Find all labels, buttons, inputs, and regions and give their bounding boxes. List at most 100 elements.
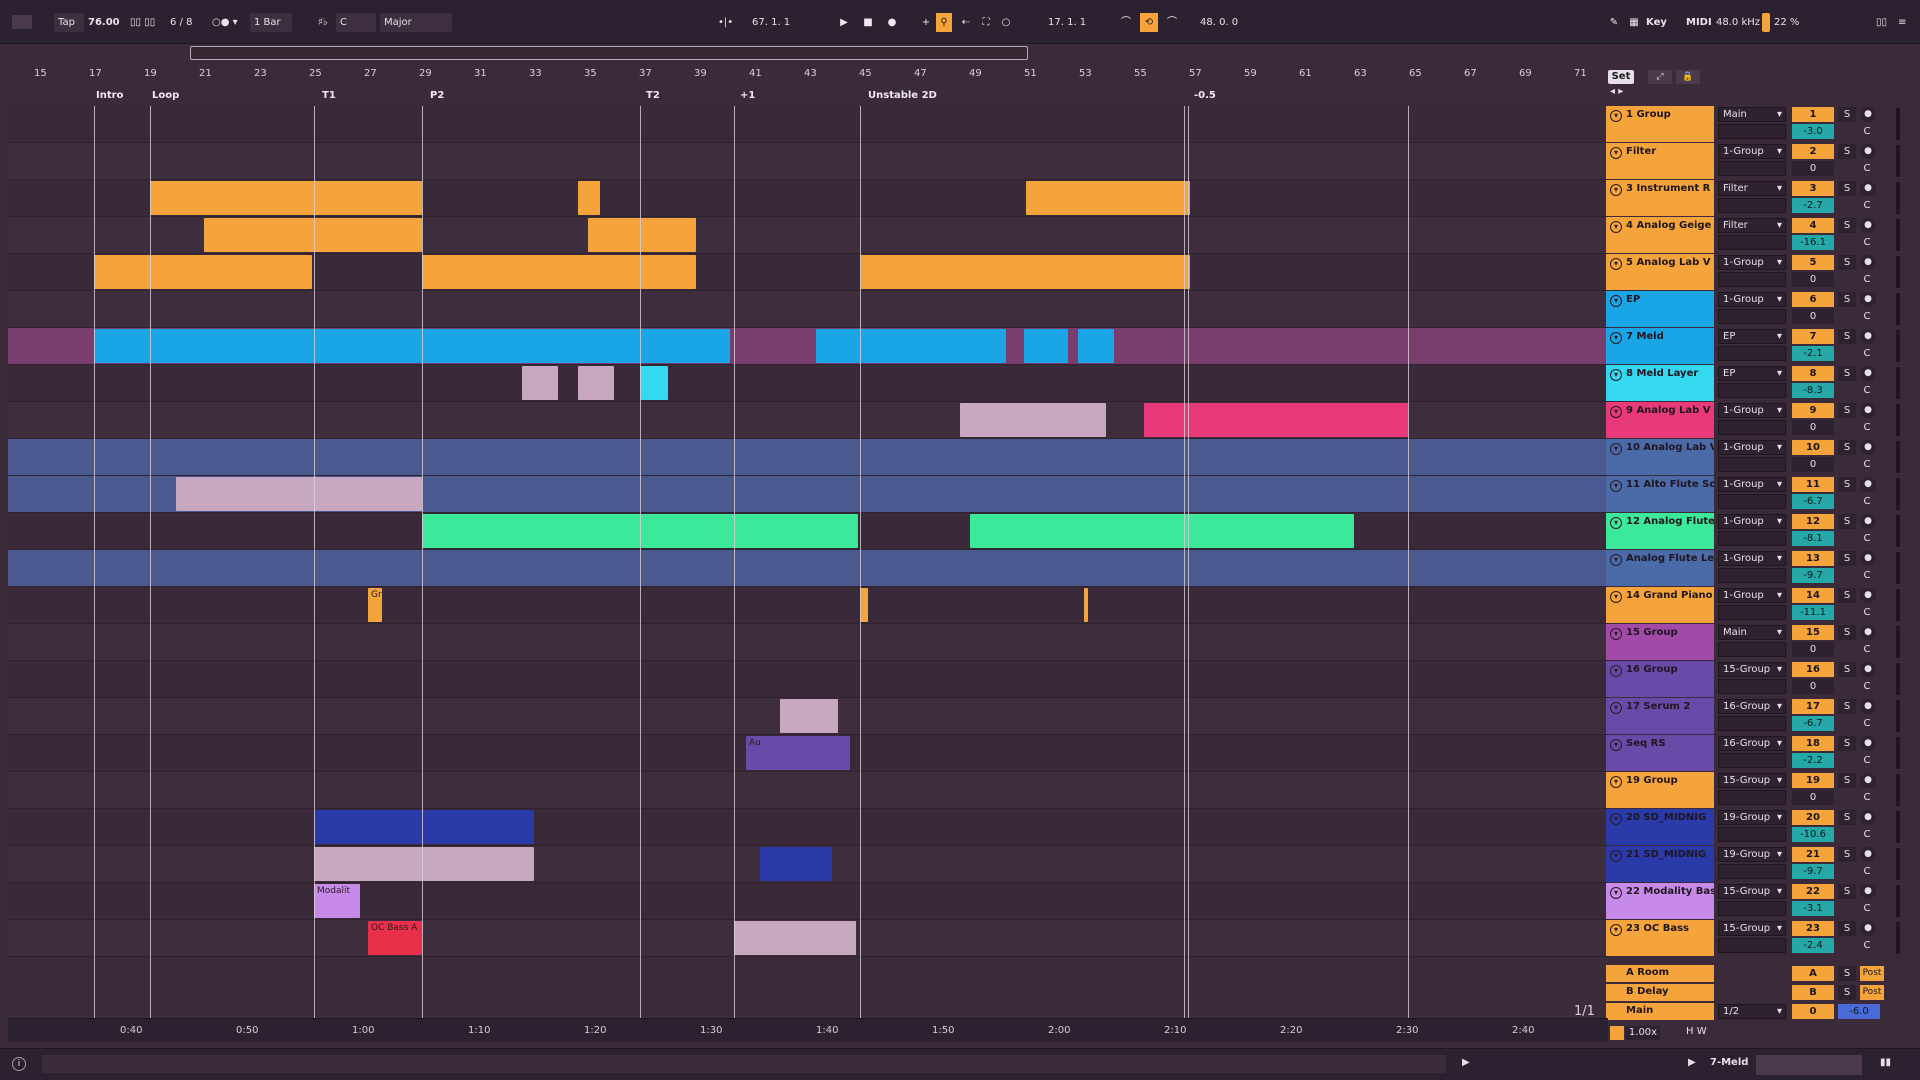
crossfade-button[interactable]: C xyxy=(1858,420,1876,435)
solo-button[interactable]: S xyxy=(1838,514,1856,529)
menu-icon[interactable]: ≡ xyxy=(1898,14,1906,32)
solo-button[interactable]: S xyxy=(1838,403,1856,418)
arrangement-clip[interactable] xyxy=(760,847,832,881)
midi-map-button[interactable]: MIDI xyxy=(1686,14,1712,32)
track-volume[interactable]: 0 xyxy=(1792,420,1834,435)
track-volume[interactable]: -6.7 xyxy=(1792,494,1834,509)
crossfade-button[interactable]: C xyxy=(1858,309,1876,324)
track-volume[interactable]: 0 xyxy=(1792,679,1834,694)
fold-icon[interactable]: ▾ xyxy=(1610,665,1622,677)
hw-toggle[interactable]: H W xyxy=(1686,1026,1707,1037)
quantize-select[interactable]: 1 Bar xyxy=(254,14,281,32)
arrangement-clip[interactable]: Au xyxy=(746,736,850,770)
solo-button[interactable]: S xyxy=(1838,847,1856,862)
locator-marker[interactable]: P2 xyxy=(430,90,444,101)
crossfade-button[interactable]: C xyxy=(1858,716,1876,731)
track-header[interactable]: ▾ 12 Analog Flute 1-Group 12 -8.1 SC ● xyxy=(1606,513,1916,550)
output-routing-select[interactable]: Main xyxy=(1718,625,1786,640)
locator-nav-icon[interactable]: ◂ ▸ xyxy=(1610,86,1623,97)
track-activator[interactable]: 17 xyxy=(1792,699,1834,714)
arm-icon[interactable]: ● xyxy=(1860,625,1876,640)
track-volume[interactable]: -2.4 xyxy=(1792,938,1834,953)
output-channel-select[interactable] xyxy=(1718,901,1786,916)
track-header[interactable]: ▾ 20 SD_MIDNIG 19-Group 20 -10.6 SC ● xyxy=(1606,809,1916,846)
solo-button[interactable]: S xyxy=(1838,625,1856,640)
arrangement-clip[interactable] xyxy=(94,329,730,363)
track-header[interactable]: ▾ 15 Group Main 15 0SC ● xyxy=(1606,624,1916,661)
crossfade-button[interactable]: C xyxy=(1858,272,1876,287)
track-volume[interactable]: -8.1 xyxy=(1792,531,1834,546)
fold-icon[interactable]: ▾ xyxy=(1610,221,1622,233)
fold-icon[interactable]: ▾ xyxy=(1610,295,1622,307)
fold-icon[interactable]: ▾ xyxy=(1610,443,1622,455)
keyboard-icon[interactable]: ▦ xyxy=(1624,13,1644,32)
track-lane[interactable] xyxy=(8,550,1608,587)
fold-icon[interactable]: ▾ xyxy=(1610,739,1622,751)
output-channel-select[interactable] xyxy=(1718,420,1786,435)
track-header[interactable]: ▾ 21 SD_MIDNIG 19-Group 21 -9.7 SC ● xyxy=(1606,846,1916,883)
track-header[interactable]: ▾ 9 Analog Lab V 1-Group 9 0SC ● xyxy=(1606,402,1916,439)
crossfade-button[interactable]: C xyxy=(1858,864,1876,879)
scale-icon[interactable]: ♯♭ xyxy=(318,14,328,32)
output-channel-select[interactable] xyxy=(1718,605,1786,620)
track-name[interactable]: ▾ 10 Analog Lab V xyxy=(1606,439,1714,475)
track-name[interactable]: ▾ 17 Serum 2 xyxy=(1606,698,1714,734)
output-routing-select[interactable]: Filter xyxy=(1718,218,1786,233)
follow-icon[interactable]: ○● ▾ xyxy=(212,14,238,32)
track-volume[interactable]: -2.2 xyxy=(1792,753,1834,768)
output-routing-select[interactable]: 1-Group xyxy=(1718,144,1786,159)
track-volume[interactable]: -10.6 xyxy=(1792,827,1834,842)
view-toggle-icon[interactable] xyxy=(12,15,32,29)
solo-button[interactable]: S xyxy=(1838,440,1856,455)
arm-icon[interactable]: ● xyxy=(1860,736,1876,751)
track-activator[interactable]: 9 xyxy=(1792,403,1834,418)
locator-lane[interactable]: Intro Loop T1 P2 T2 +1 Unstable 2D -0.5 xyxy=(8,88,1608,106)
track-header[interactable]: ▾ 16 Group 15-Group 16 0SC ● xyxy=(1606,661,1916,698)
fold-icon[interactable]: ▾ xyxy=(1610,591,1622,603)
arrangement-clip[interactable] xyxy=(578,366,614,400)
punch-in-icon[interactable]: ⌒ xyxy=(1116,13,1136,32)
crossfade-button[interactable]: C xyxy=(1858,198,1876,213)
output-routing-select[interactable]: 1-Group xyxy=(1718,477,1786,492)
arrangement-clip[interactable] xyxy=(816,329,1006,363)
track-name[interactable]: ▾ 15 Group xyxy=(1606,624,1714,660)
track-volume[interactable]: 0 xyxy=(1792,790,1834,805)
track-header[interactable]: ▾ Analog Flute Lea 1-Group 13 -9.7 SC ● xyxy=(1606,550,1916,587)
expand-detail-icon[interactable]: ▶ xyxy=(1462,1057,1470,1068)
output-channel-select[interactable] xyxy=(1718,272,1786,287)
track-lane[interactable] xyxy=(8,772,1608,809)
crossfade-button[interactable]: C xyxy=(1858,124,1876,139)
arrangement-clip[interactable] xyxy=(422,255,696,289)
track-activator[interactable]: 23 xyxy=(1792,921,1834,936)
output-channel-select[interactable] xyxy=(1718,383,1786,398)
output-routing-select[interactable]: 1-Group xyxy=(1718,403,1786,418)
track-name[interactable]: ▾ 16 Group xyxy=(1606,661,1714,697)
track-volume[interactable]: 0 xyxy=(1792,642,1834,657)
track-activator[interactable]: 11 xyxy=(1792,477,1834,492)
song-position-field[interactable]: 67. 1. 1 xyxy=(752,14,790,32)
track-activator[interactable]: 12 xyxy=(1792,514,1834,529)
return-activator[interactable]: A xyxy=(1792,966,1834,981)
solo-button[interactable]: S xyxy=(1838,366,1856,381)
arrangement-clip[interactable] xyxy=(734,921,856,955)
track-lane[interactable] xyxy=(8,661,1608,698)
output-routing-select[interactable]: 1-Group xyxy=(1718,292,1786,307)
track-activator[interactable]: 6 xyxy=(1792,292,1834,307)
output-routing-select[interactable]: 19-Group xyxy=(1718,847,1786,862)
back-to-arrangement-button[interactable]: ⇠ xyxy=(956,13,976,32)
track-activator[interactable]: 18 xyxy=(1792,736,1834,751)
output-channel-select[interactable] xyxy=(1718,161,1786,176)
zoom-icon[interactable] xyxy=(1610,1026,1624,1040)
arm-icon[interactable]: ● xyxy=(1860,477,1876,492)
output-channel-select[interactable] xyxy=(1718,346,1786,361)
key-select[interactable]: C xyxy=(340,14,347,32)
track-header[interactable]: ▾ 14 Grand Piano 1-Group 14 -11.1 SC ● xyxy=(1606,587,1916,624)
fold-icon[interactable]: ▾ xyxy=(1610,184,1622,196)
track-lane[interactable] xyxy=(8,291,1608,328)
track-volume[interactable]: -3.1 xyxy=(1792,901,1834,916)
output-routing-select[interactable]: Filter xyxy=(1718,181,1786,196)
track-lane[interactable] xyxy=(8,883,1608,920)
fold-icon[interactable]: ▾ xyxy=(1610,110,1622,122)
output-routing-select[interactable]: EP xyxy=(1718,329,1786,344)
output-routing-select[interactable]: 16-Group xyxy=(1718,699,1786,714)
